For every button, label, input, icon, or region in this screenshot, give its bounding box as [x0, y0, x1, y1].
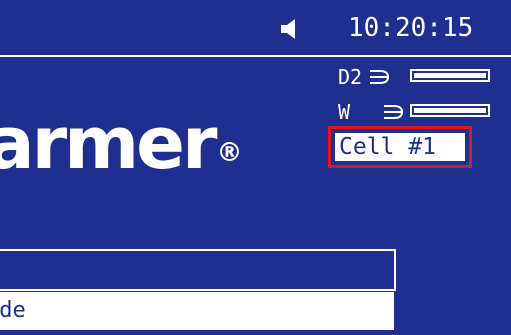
lamp-rays-icon: [370, 70, 389, 84]
cell-selector[interactable]: Cell #1: [328, 126, 472, 168]
brand-logo-text: armer: [0, 101, 217, 185]
lamp-rays-icon: [384, 105, 403, 119]
lamp-level-bar-d2: [410, 69, 490, 82]
lamp-label-w: W: [338, 100, 351, 124]
status-bar: 10:20:15: [0, 0, 511, 57]
registered-mark: ®: [216, 138, 243, 168]
menu-panel: [0, 249, 396, 291]
lamp-label-d2: D2: [338, 65, 363, 89]
lamp-level-fill-w: [414, 108, 486, 113]
lamp-level-fill-d2: [414, 73, 486, 78]
lamp-status-d2: D2: [338, 65, 498, 89]
lamp-level-bar-w: [410, 104, 490, 117]
instrument-screen: 10:20:15 D2 W Cell #1 armer® ode: [0, 0, 511, 335]
brand-logo: armer®: [0, 98, 242, 188]
mode-field[interactable]: ode: [0, 292, 394, 330]
cell-label: Cell #1: [335, 133, 465, 161]
clock: 10:20:15: [348, 13, 474, 43]
mode-field-text: ode: [0, 298, 26, 323]
lamp-status-w: W: [338, 100, 498, 124]
speaker-icon[interactable]: [279, 17, 301, 41]
